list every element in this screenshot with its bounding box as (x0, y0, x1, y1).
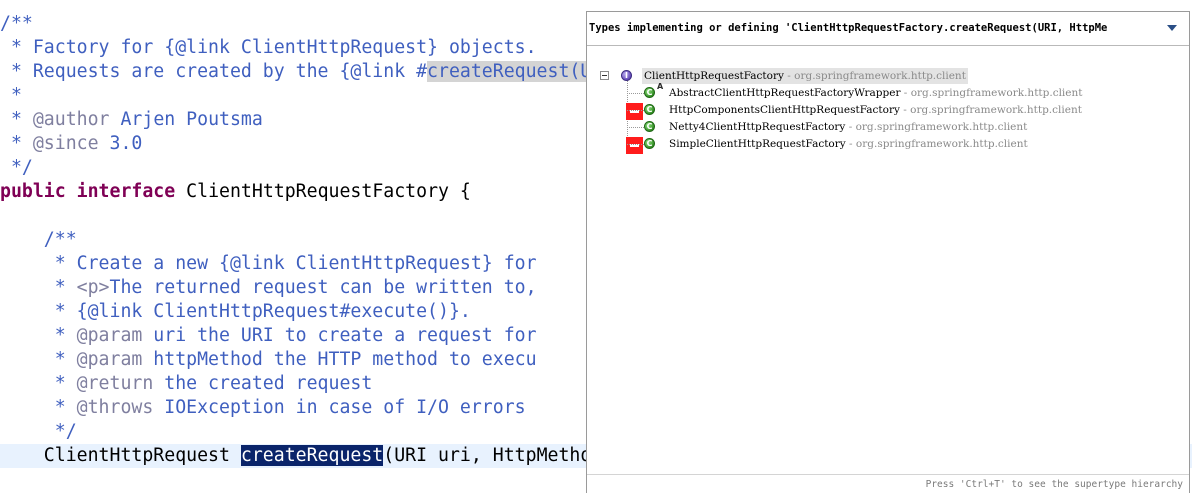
tree-node-label: HttpComponentsClientHttpRequestFactory -… (669, 104, 1082, 116)
tree-child-node[interactable]: C A AbstractClientHttpRequestFactoryWrappe… (587, 82, 1187, 101)
code-token: * (0, 85, 22, 106)
code-line[interactable]: * {@link ClientHttpRequest#execute()}. (0, 300, 471, 324)
code-token: * Create a new {@link ClientHttpRequest}… (0, 253, 537, 274)
code-line[interactable]: * (0, 84, 22, 108)
code-token: */ (0, 157, 33, 178)
code-token: @since (32, 133, 99, 154)
tree-child-node[interactable]: C HttpComponentsClientHttpRequestFactory … (587, 102, 1187, 118)
code-token: * (0, 109, 33, 130)
code-line[interactable]: * Create a new {@link ClientHttpRequest}… (0, 252, 537, 276)
code-token: @return (76, 373, 154, 394)
code-line[interactable]: * @return the created request (0, 372, 373, 396)
code-line[interactable]: * @author Arjen Poutsma (0, 108, 263, 132)
code-token: IOException in case of I/O errors (153, 397, 526, 418)
tree-connector (627, 144, 644, 145)
class-icon: C (644, 87, 655, 98)
code-token: * (0, 349, 77, 370)
class-icon: C (644, 138, 655, 149)
code-token: /** (0, 13, 33, 34)
tree-root-node[interactable]: I ClientHttpRequestFactory - org.springf… (611, 68, 1011, 84)
code-token: * (0, 373, 77, 394)
abstract-overlay-icon: A (657, 82, 664, 91)
code-token: * {@link ClientHttpRequest#execute()}. (0, 301, 471, 322)
popup-footer: Press 'Ctrl+T' to see the supertype hier… (587, 474, 1189, 493)
code-line[interactable]: */ (0, 156, 33, 180)
code-token: */ (0, 421, 77, 442)
popup-header: Types implementing or defining 'ClientHt… (587, 12, 1189, 46)
code-line[interactable]: * @since 3.0 (0, 132, 142, 156)
code-line[interactable]: * @param uri the URI to create a request… (0, 324, 537, 348)
code-token: @param (76, 349, 143, 370)
code-token: public (0, 181, 66, 202)
code-token: interface (76, 181, 176, 202)
code-token: * (0, 277, 77, 298)
code-token: The returned request can be written to, (109, 277, 537, 298)
code-token: @param (76, 325, 143, 346)
code-line[interactable]: /** (0, 12, 33, 36)
code-line[interactable]: * @param httpMethod the HTTP method to e… (0, 348, 537, 372)
footer-hint: Press 'Ctrl+T' to see the supertype hier… (925, 479, 1183, 490)
collapse-icon[interactable] (600, 71, 609, 80)
tree-node-label: SimpleClientHttpRequestFactory - org.spr… (669, 138, 1028, 150)
code-token: * Factory for {@link ClientHttpRequest} … (0, 37, 537, 58)
tree-connector (627, 110, 644, 111)
code-token: * (0, 325, 77, 346)
code-token: /** (0, 229, 77, 250)
code-token: @throws (76, 397, 154, 418)
code-line[interactable]: * Factory for {@link ClientHttpRequest} … (0, 36, 537, 60)
tree-connector (627, 93, 644, 94)
code-line[interactable]: */ (0, 420, 77, 444)
tree-node-label: ClientHttpRequestFactory - org.springfra… (642, 68, 968, 84)
code-token: @author (32, 109, 110, 130)
code-token: ClientHttpRequest (0, 445, 241, 466)
code-token: * Requests are created by the {@link # (0, 61, 428, 82)
code-token: Arjen Poutsma (109, 109, 263, 130)
code-token: httpMethod the HTTP method to execu (142, 349, 537, 370)
code-token: ClientHttpRequestFactory { (175, 181, 471, 202)
class-icon: C (644, 121, 655, 132)
tree-child-node[interactable]: C SimpleClientHttpRequestFactory - org.sp… (587, 136, 1187, 152)
class-icon: C (644, 104, 655, 115)
chevron-down-icon[interactable] (1167, 25, 1177, 31)
popup-title: Types implementing or defining 'ClientHt… (589, 22, 1108, 34)
tree-node-label: Netty4ClientHttpRequestFactory - org.spr… (669, 121, 1028, 133)
tree-node-label: AbstractClientHttpRequestFactoryWrapper … (669, 87, 1083, 99)
quick-hierarchy-popup: Types implementing or defining 'ClientHt… (586, 11, 1190, 493)
code-line[interactable]: public interface ClientHttpRequestFactor… (0, 180, 471, 204)
code-token: 3.0 (98, 133, 143, 154)
selected-text: createRequest (240, 445, 384, 466)
code-line[interactable]: /** (0, 228, 77, 252)
code-token: uri the URI to create a request for (142, 325, 537, 346)
tree-connector (627, 127, 644, 128)
code-token: * (0, 397, 77, 418)
tree-child-node[interactable]: C Netty4ClientHttpRequestFactory - org.sp… (587, 119, 1187, 135)
code-line[interactable]: * @throws IOException in case of I/O err… (0, 396, 526, 420)
code-token: the created request (153, 373, 373, 394)
code-token: * (0, 133, 33, 154)
type-hierarchy-tree[interactable]: I ClientHttpRequestFactory - org.springf… (587, 46, 1189, 466)
code-line[interactable]: * <p>The returned request can be written… (0, 276, 537, 300)
interface-icon: I (621, 70, 632, 81)
code-token: <p> (76, 277, 110, 298)
